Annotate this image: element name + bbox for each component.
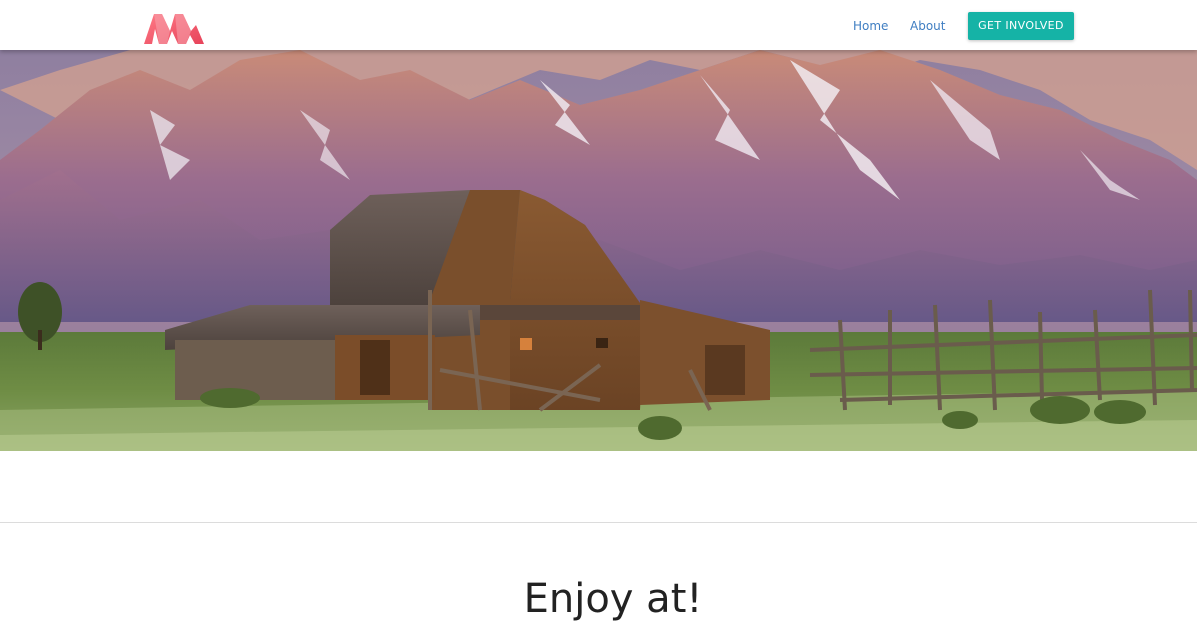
nav-link-home[interactable]: Home (853, 18, 888, 34)
barn-landscape-illustration (0, 50, 1197, 451)
page-headline: Enjoy at! (523, 576, 703, 622)
nav-link-about[interactable]: About (910, 18, 945, 34)
section-divider (0, 522, 1197, 523)
get-involved-button[interactable]: GET INVOLVED (968, 12, 1074, 40)
top-navbar: Home About GET INVOLVED (0, 0, 1197, 50)
m-ribbon-logo-icon[interactable] (142, 11, 206, 47)
hero-banner-image (0, 50, 1197, 451)
